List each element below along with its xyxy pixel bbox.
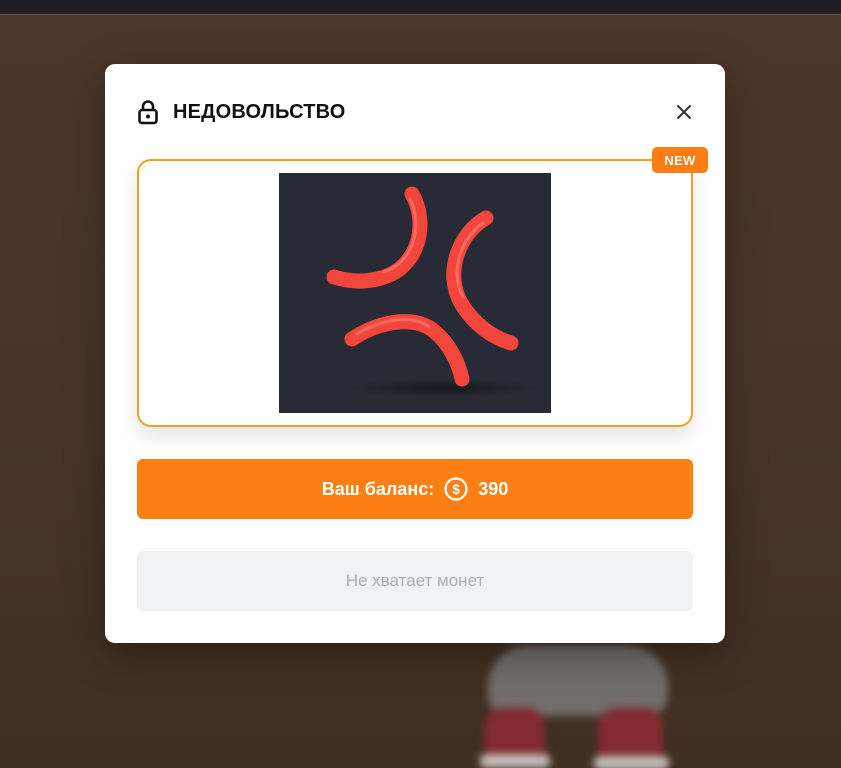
balance-button[interactable]: Ваш баланс: $ 390 [137, 459, 693, 519]
balance-amount: 390 [478, 478, 509, 499]
lock-icon [137, 99, 159, 125]
purchase-button-label: Не хватает монет [345, 571, 485, 590]
background-character [470, 646, 700, 768]
modal-title: НЕДОВОЛЬСТВО [173, 100, 346, 123]
close-icon [676, 104, 692, 125]
new-badge: NEW [652, 147, 708, 173]
modal-header: НЕДОВОЛЬСТВО [137, 98, 346, 126]
close-button[interactable] [671, 101, 697, 127]
item-modal: НЕДОВОЛЬСТВО NEW Ваш баланс: $ 390 Не хв… [105, 64, 725, 643]
browser-top-strip [0, 0, 841, 15]
balance-label: Ваш баланс: [321, 478, 435, 499]
anger-symbol-image [279, 173, 551, 413]
purchase-button[interactable]: Не хватает монет [137, 551, 693, 611]
svg-text:$: $ [452, 481, 460, 497]
item-preview-card: NEW [137, 147, 708, 427]
dollar-coin-icon: $ [444, 477, 468, 501]
